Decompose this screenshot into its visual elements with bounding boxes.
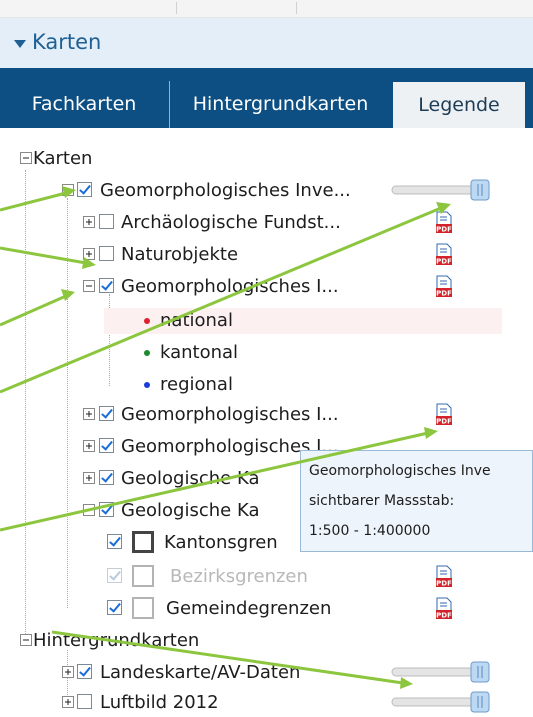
legend-entry-kantonal: kantonal [104,340,404,366]
toolbar-separator [296,2,297,14]
minus-box-icon[interactable] [83,280,95,292]
tab-legende[interactable]: Legende [393,82,525,128]
layer-geologische-karte-1[interactable]: Geologische Ka [0,466,300,492]
layer-checkbox[interactable] [107,534,122,549]
layer-geomorphologisches-inventar[interactable]: Geomorphologisches Inve... [0,178,533,204]
layer-label: Luftbild 2012 [100,692,219,713]
layer-label: Geologische Ka [121,468,260,489]
layer-landeskarte[interactable]: Landeskarte/AV-Daten [0,660,533,686]
legend-entry-regional: regional [104,372,404,398]
svg-text:PDF: PDF [436,580,452,588]
border-swatch-icon [132,597,154,619]
layer-kantonsgrenzen[interactable]: Kantonsgren [0,530,300,556]
layer-luftbild[interactable]: Luftbild 2012 [0,690,533,716]
layer-checkbox[interactable] [99,246,114,261]
layer-label: Kantonsgren [164,532,278,553]
border-swatch-icon [132,565,154,587]
pdf-icon[interactable]: PDF [435,211,453,234]
green-dot-icon [144,350,150,356]
red-dot-icon [144,318,150,324]
opacity-slider[interactable] [390,691,500,713]
layer-label: Archäologische Fundst... [121,212,341,233]
plus-box-icon[interactable] [62,696,74,708]
layer-geologische-karte-2[interactable]: Geologische Ka [0,498,300,524]
layer-label: Geomorphologisches I... [121,276,339,297]
layer-label: Landeskarte/AV-Daten [100,662,301,683]
layer-naturobjekte[interactable]: Naturobjekte PDF [0,242,533,268]
minus-box-icon[interactable] [83,504,95,516]
tab-hintergrundkarten[interactable]: Hintergrundkarten [169,81,391,128]
layer-checkbox[interactable] [99,502,114,517]
layer-label: Geomorphologisches I... [121,404,339,425]
legend-entry-national: national [104,308,502,334]
layer-checkbox[interactable] [77,694,92,709]
layer-geomorphologisches-1[interactable]: Geomorphologisches I... PDF [0,274,533,300]
layer-geomorphologisches-2[interactable]: Geomorphologisches I... PDF [0,402,533,428]
minus-box-icon[interactable] [62,184,74,196]
toolbar-separator [176,2,177,14]
layer-label: Bezirksgrenzen [170,566,308,587]
top-toolbar-strip [0,0,533,18]
layer-gemeindegrenzen[interactable]: Gemeindegrenzen PDF [0,596,533,622]
layer-checkbox[interactable] [77,182,92,197]
layer-checkbox[interactable] [77,664,92,679]
svg-text:PDF: PDF [436,226,452,234]
layer-checkbox[interactable] [99,278,114,293]
legend-label: national [160,310,233,331]
legend-label: kantonal [160,342,239,363]
layer-checkbox[interactable] [107,568,122,583]
tree-node-hintergrundkarten[interactable]: Hintergrundkarten [0,628,533,654]
tooltip-scale-value: 1:500 - 1:400000 [309,523,431,539]
plus-box-icon[interactable] [83,472,95,484]
pdf-icon[interactable]: PDF [435,243,453,266]
panel-title: Karten [32,30,102,54]
tab-fachkarten[interactable]: Fachkarten [0,81,168,128]
layer-label: Geologische Ka [121,500,260,521]
layer-checkbox[interactable] [99,214,114,229]
svg-text:PDF: PDF [436,418,452,426]
layer-checkbox[interactable] [99,470,114,485]
opacity-slider[interactable] [390,661,500,683]
pdf-icon[interactable]: PDF [435,597,453,620]
layer-label: Geomorphologisches Inve... [100,180,351,201]
tab-bar: Fachkarten Hintergrundkarten Legende [0,68,533,128]
border-swatch-icon [132,531,154,553]
tree-label: Karten [33,148,93,169]
blue-dot-icon [144,382,150,388]
layer-label: Gemeindegrenzen [166,598,332,619]
pdf-icon[interactable]: PDF [435,403,453,426]
layer-checkbox[interactable] [99,406,114,421]
pdf-icon[interactable]: PDF [435,275,453,298]
layer-checkbox[interactable] [99,438,114,453]
plus-box-icon[interactable] [83,408,95,420]
tab-bar-edge [525,68,533,128]
plus-box-icon[interactable] [62,666,74,678]
svg-text:PDF: PDF [436,290,452,298]
tree-label: Hintergrundkarten [33,630,200,651]
layer-bezirksgrenzen[interactable]: Bezirksgrenzen PDF [0,564,533,590]
layer-tooltip: Geomorphologisches Inve sichtbarer Masss… [300,450,533,552]
plus-box-icon[interactable] [83,216,95,228]
legend-label: regional [160,374,233,395]
plus-box-icon[interactable] [83,440,95,452]
svg-text:PDF: PDF [436,612,452,620]
tooltip-scale-label: sichtbarer Massstab: [309,493,455,509]
layer-checkbox[interactable] [107,600,122,615]
tree-node-karten[interactable]: Karten [0,146,533,172]
plus-box-icon[interactable] [83,248,95,260]
opacity-slider[interactable] [390,179,500,201]
karten-panel-header[interactable]: Karten [0,18,533,69]
tooltip-title: Geomorphologisches Inve [309,463,491,479]
pdf-icon[interactable]: PDF [435,565,453,588]
collapse-triangle-icon[interactable] [14,40,26,48]
minus-box-icon[interactable] [20,634,32,646]
annotation-arrow [0,294,67,327]
layer-label: Naturobjekte [121,244,239,265]
svg-text:PDF: PDF [436,258,452,266]
minus-box-icon[interactable] [20,152,32,164]
layer-archaeologische-fundstellen[interactable]: Archäologische Fundst... PDF [0,210,533,236]
